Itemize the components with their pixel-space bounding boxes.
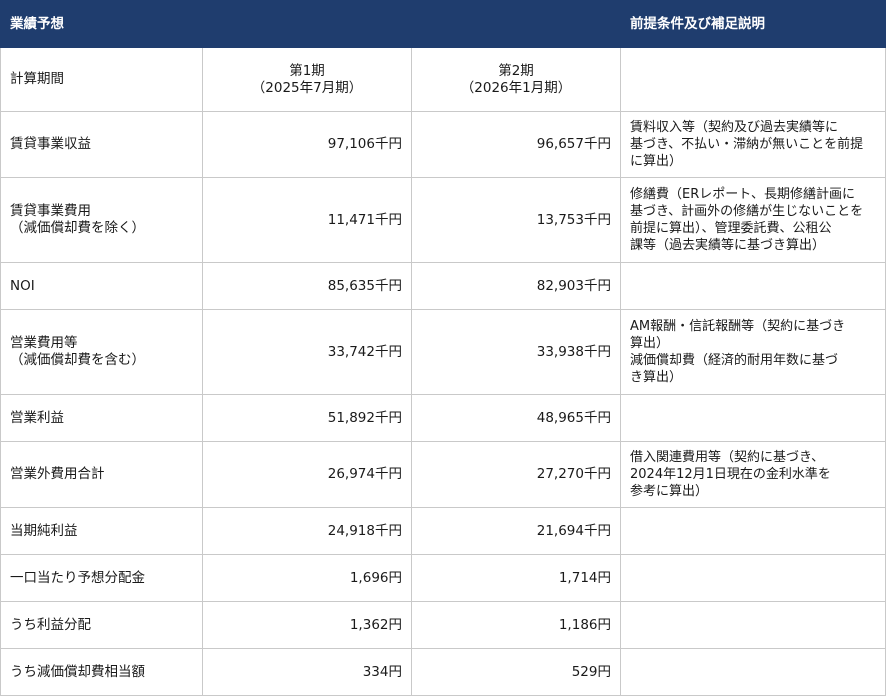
row-sublabel: （減価償却費を除く）: [10, 220, 145, 236]
header-spacer: [202, 0, 412, 48]
period-2-value: 27,270千円: [411, 441, 621, 508]
period-1-value: 85,635千円: [202, 262, 412, 310]
note-line: 算出）: [630, 336, 670, 351]
period-1-value: 1,362円: [202, 601, 412, 649]
table-row: 一口当たり予想分配金 1,696円 1,714円: [0, 554, 886, 602]
row-note: [620, 601, 886, 649]
period-1-value: 97,106千円: [202, 111, 412, 178]
note-line: に算出）: [630, 154, 683, 169]
period-header-row: 計算期間 第1期 （2025年7月期） 第2期 （2026年1月期）: [0, 47, 886, 112]
note-line: 基づき、不払い・滞納が無いことを前提: [630, 137, 864, 152]
row-sublabel: （減価償却費を含む）: [10, 352, 145, 368]
row-note: [620, 554, 886, 602]
row-note: 賃料収入等（契約及び過去実績等に 基づき、不払い・滞納が無いことを前提 に算出）: [620, 111, 886, 178]
row-label: 当期純利益: [0, 507, 203, 555]
note-line: 借入関連費用等（契約に基づき、: [630, 450, 825, 465]
table-title: 業績予想: [0, 0, 203, 48]
period-2-value: 48,965千円: [411, 394, 621, 442]
table-row: NOI 85,635千円 82,903千円: [0, 262, 886, 310]
period-1-value: 26,974千円: [202, 441, 412, 508]
row-label: NOI: [0, 262, 203, 310]
table-row: 当期純利益 24,918千円 21,694千円: [0, 507, 886, 555]
table-row: 営業外費用合計 26,974千円 27,270千円 借入関連費用等（契約に基づき…: [0, 441, 886, 508]
row-label: 一口当たり予想分配金: [0, 554, 203, 602]
note-line: AM報酬・信託報酬等（契約に基づき: [630, 319, 846, 334]
row-label: うち利益分配: [0, 601, 203, 649]
period-label: 計算期間: [0, 47, 203, 112]
earnings-forecast-table: 業績予想 前提条件及び補足説明 計算期間 第1期 （2025年7月期） 第2期 …: [0, 0, 886, 696]
table-header-bar: 業績予想 前提条件及び補足説明: [0, 0, 886, 48]
period-2-header: 第2期 （2026年1月期）: [411, 47, 621, 112]
row-label-cell: 賃貸事業費用 （減価償却費を除く）: [0, 177, 203, 263]
period-2-value: 1,714円: [411, 554, 621, 602]
period-1-header: 第1期 （2025年7月期）: [202, 47, 412, 112]
row-label: 営業費用等: [10, 335, 78, 351]
row-label: 賃貸事業収益: [0, 111, 203, 178]
row-note: [620, 648, 886, 696]
period-2-name: 第2期: [498, 62, 534, 79]
period-1-value: 11,471千円: [202, 177, 412, 263]
table-row: 営業費用等 （減価償却費を含む） 33,742千円 33,938千円 AM報酬・…: [0, 309, 886, 395]
period-2-value: 96,657千円: [411, 111, 621, 178]
table-row: うち減価償却費相当額 334円 529円: [0, 648, 886, 696]
table-row: 賃貸事業収益 97,106千円 96,657千円 賃料収入等（契約及び過去実績等…: [0, 111, 886, 178]
period-note-cell: [620, 47, 886, 112]
row-label-cell: 営業費用等 （減価償却費を含む）: [0, 309, 203, 395]
period-2-value: 33,938千円: [411, 309, 621, 395]
row-note: AM報酬・信託報酬等（契約に基づき 算出） 減価償却費（経済的耐用年数に基づ き…: [620, 309, 886, 395]
table-row: うち利益分配 1,362円 1,186円: [0, 601, 886, 649]
note-line: 参考に算出）: [630, 484, 709, 499]
row-note: 借入関連費用等（契約に基づき、 2024年12月1日現在の金利水準を 参考に算出…: [620, 441, 886, 508]
period-2-value: 13,753千円: [411, 177, 621, 263]
header-spacer: [411, 0, 621, 48]
table-row: 営業利益 51,892千円 48,965千円: [0, 394, 886, 442]
period-1-value: 33,742千円: [202, 309, 412, 395]
note-line: 修繕費（ERレポート、長期修繕計画に: [630, 187, 855, 202]
row-note: 修繕費（ERレポート、長期修繕計画に 基づき、計画外の修繕が生じないことを 前提…: [620, 177, 886, 263]
period-2-value: 529円: [411, 648, 621, 696]
notes-column-title: 前提条件及び補足説明: [620, 0, 886, 48]
row-label: 賃貸事業費用: [10, 203, 91, 219]
row-note: [620, 507, 886, 555]
period-1-range: （2025年7月期）: [251, 79, 363, 96]
note-line: 賃料収入等（契約及び過去実績等に: [630, 120, 839, 135]
row-note: [620, 262, 886, 310]
period-1-value: 24,918千円: [202, 507, 412, 555]
period-1-name: 第1期: [289, 62, 325, 79]
row-label: 営業外費用合計: [0, 441, 203, 508]
note-line: 前提に算出）、管理委託費、公租公: [630, 221, 832, 236]
note-line: 減価償却費（経済的耐用年数に基づ: [630, 353, 839, 368]
note-line: 基づき、計画外の修繕が生じないことを: [630, 204, 864, 219]
table-row: 賃貸事業費用 （減価償却費を除く） 11,471千円 13,753千円 修繕費（…: [0, 177, 886, 263]
note-line: 課等（過去実績等に基づき算出）: [630, 238, 826, 253]
row-label: 営業利益: [0, 394, 203, 442]
period-1-value: 1,696円: [202, 554, 412, 602]
period-1-value: 51,892千円: [202, 394, 412, 442]
note-line: 2024年12月1日現在の金利水準を: [630, 467, 831, 482]
row-note: [620, 394, 886, 442]
period-2-value: 1,186円: [411, 601, 621, 649]
period-1-value: 334円: [202, 648, 412, 696]
period-2-value: 82,903千円: [411, 262, 621, 310]
period-2-range: （2026年1月期）: [460, 79, 572, 96]
note-line: き算出）: [630, 370, 683, 385]
period-2-value: 21,694千円: [411, 507, 621, 555]
row-label: うち減価償却費相当額: [0, 648, 203, 696]
